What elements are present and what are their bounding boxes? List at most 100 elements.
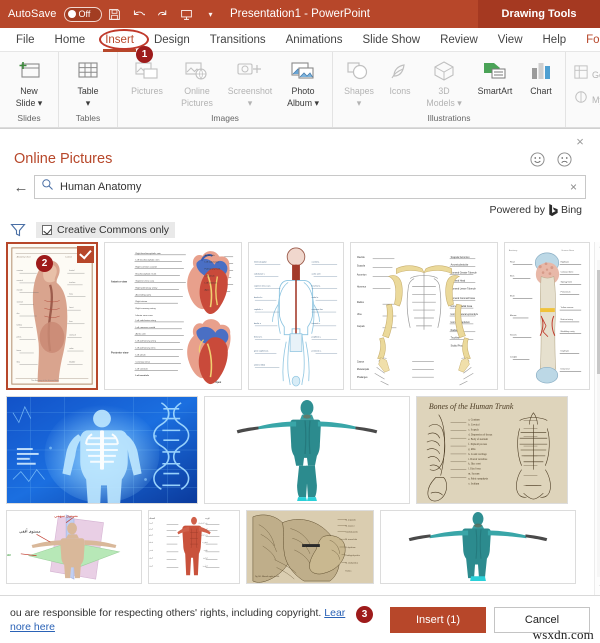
back-arrow-icon[interactable]: ← xyxy=(8,175,34,199)
svg-text:Brachiocephalic trunk: Brachiocephalic trunk xyxy=(136,273,158,276)
svg-text:Radius: Radius xyxy=(357,302,365,304)
result-thumbnail[interactable] xyxy=(380,510,576,584)
results-row: Anatomy Chart Lateral cranium cervical c… xyxy=(6,242,590,390)
insert-button[interactable]: Insert (1) xyxy=(390,606,486,633)
creative-commons-checkbox[interactable]: Creative Commons only xyxy=(36,222,176,238)
smiley-happy-icon[interactable] xyxy=(530,151,545,167)
learn-more-link-1[interactable]: Lear xyxy=(324,607,345,619)
get-addins-label: Get Add-ins xyxy=(592,69,600,80)
table-label-2: ▾ xyxy=(85,98,91,108)
my-addins-button[interactable]: My Add-ins ▾ xyxy=(570,87,600,112)
svg-text:Left subclavian: Left subclavian xyxy=(205,261,220,264)
shapes-label-1: Shapes xyxy=(344,86,374,96)
online-pictures-button[interactable]: Online Pictures xyxy=(172,55,222,108)
tab-slide-show[interactable]: Slide Show xyxy=(353,28,431,52)
get-addins-button[interactable]: Get Add-ins xyxy=(570,62,600,87)
callout-badge-1: 1 xyxy=(136,46,153,63)
save-icon[interactable] xyxy=(104,3,126,25)
online-pictures-dialog: × Online Pictures ← Human Anatomy × Powe… xyxy=(0,128,600,643)
svg-text:colon: colon xyxy=(69,348,73,350)
svg-text:Aortic arch: Aortic arch xyxy=(205,254,216,257)
screenshot-icon xyxy=(236,58,264,84)
scrollbar-thumb[interactable] xyxy=(596,269,600,375)
table-button[interactable]: Table ▾ xyxy=(63,55,113,108)
svg-text:مستوى أفقي: مستوى أفقي xyxy=(19,527,40,533)
svg-text:Coronary sinus: Coronary sinus xyxy=(136,360,151,363)
svg-text:Clavicle: Clavicle xyxy=(357,257,366,259)
scrollbar-track[interactable] xyxy=(596,260,600,577)
customize-qat-icon[interactable]: ▾ xyxy=(200,3,222,25)
result-thumbnail[interactable]: Bones of the Human Trunk a. Cranium b. Ce… xyxy=(416,396,568,504)
ribbon-group-images: Pictures Online Pictures Screenshot ▾ Ph… xyxy=(118,52,333,127)
svg-text:Anatomy: Anatomy xyxy=(509,249,518,252)
svg-text:Carpus: Carpus xyxy=(357,360,365,363)
callout-badge-2: 2 xyxy=(36,255,53,272)
tab-design[interactable]: Design xyxy=(144,28,200,52)
svg-text:sternum: sternum xyxy=(17,300,24,303)
chart-icon xyxy=(529,58,553,84)
svg-text:Vessels: Vessels xyxy=(510,335,517,337)
screenshot-button[interactable]: Screenshot ▾ xyxy=(222,55,278,108)
photo-album-button[interactable]: Photo Album ▾ xyxy=(278,55,328,108)
learn-more-link-2[interactable]: nore here xyxy=(10,621,55,633)
svg-text:ribs: ribs xyxy=(17,313,20,315)
callout-badge-3: 3 xyxy=(356,606,373,623)
svg-text:c. Scapula: c. Scapula xyxy=(468,428,479,431)
new-slide-button[interactable]: New Slide ▾ xyxy=(4,55,54,108)
svg-text:M. omohyoideus: M. omohyoideus xyxy=(345,563,358,565)
result-thumbnail[interactable] xyxy=(6,396,198,504)
result-thumbnail[interactable]: مستوى سهمي مستوى أفقي مستوى مستعرض xyxy=(6,510,142,584)
tab-help[interactable]: Help xyxy=(533,28,577,52)
svg-text:cranium: cranium xyxy=(17,270,24,272)
svg-text:Glandula parotis: Glandula parotis xyxy=(345,531,358,533)
icons-label: Icons xyxy=(389,86,411,96)
result-thumbnail[interactable]: internal jugular subclavian v. superior v… xyxy=(248,242,344,390)
result-thumbnail[interactable]: Anatomy Human Bone Head Neck Shaft Marro… xyxy=(504,242,590,390)
tab-insert[interactable]: Insert xyxy=(95,28,144,52)
chart-button[interactable]: Chart xyxy=(521,55,561,96)
contextual-tab-label: Drawing Tools xyxy=(478,0,600,28)
tab-format[interactable]: Format xyxy=(576,28,600,52)
tab-home[interactable]: Home xyxy=(45,28,96,52)
svg-text:Right brachiocephalic vein: Right brachiocephalic vein xyxy=(136,252,162,255)
tab-animations[interactable]: Animations xyxy=(276,28,353,52)
autosave-toggle[interactable]: Off xyxy=(63,6,102,22)
ribbon-group-label-tables: Tables xyxy=(75,113,101,123)
tab-file[interactable]: File xyxy=(6,28,45,52)
undo-icon[interactable] xyxy=(128,3,150,25)
search-input[interactable]: Human Anatomy × xyxy=(34,175,586,199)
results-scrollbar[interactable]: ⌃ ⌄ xyxy=(594,242,600,595)
svg-text:Trachea: Trachea xyxy=(345,570,351,572)
svg-text:Scapula: Scapula xyxy=(357,266,366,268)
heart-diagram-image: Anterior view Posterior view Right brach… xyxy=(105,243,241,389)
icons-button[interactable]: Icons xyxy=(381,55,419,96)
close-icon[interactable]: × xyxy=(572,135,588,151)
clear-search-icon[interactable]: × xyxy=(568,180,579,194)
filter-icon[interactable] xyxy=(10,222,26,238)
svg-text:Medullary cavity: Medullary cavity xyxy=(561,330,575,333)
result-thumbnail[interactable]: Clavicle Scapula Acromion Humerus Radius Ul… xyxy=(350,242,498,390)
shapes-button[interactable]: Shapes ▾ xyxy=(337,55,381,108)
tab-view[interactable]: View xyxy=(488,28,533,52)
redo-icon[interactable] xyxy=(152,3,174,25)
smartart-button[interactable]: SmartArt xyxy=(469,55,521,96)
3d-models-button[interactable]: 3D Models ▾ xyxy=(419,55,469,108)
svg-text:Left ventricle: Left ventricle xyxy=(136,374,150,377)
tab-review[interactable]: Review xyxy=(430,28,488,52)
tab-transitions[interactable]: Transitions xyxy=(200,28,276,52)
ribbon-group-tables: Table ▾ Tables xyxy=(59,52,118,127)
svg-text:carotid a.: carotid a. xyxy=(312,261,320,264)
result-thumbnail[interactable]: M. temporalis M. masseter Glandula paroti… xyxy=(246,510,374,584)
svg-text:k. Iliac crest: k. Iliac crest xyxy=(468,463,481,466)
result-thumbnail[interactable]: العضلاتالوجه الصدغيةالماضغةالترقوية الدا… xyxy=(148,510,240,584)
quick-access-toolbar: AutoSave Off ▾ xyxy=(0,3,222,25)
result-thumbnail[interactable]: Anterior view Posterior view Right brach… xyxy=(104,242,242,390)
smiley-sad-icon[interactable] xyxy=(557,151,572,167)
icons-icon xyxy=(388,58,412,84)
result-thumbnail[interactable] xyxy=(204,396,410,504)
svg-text:Lateral: Lateral xyxy=(65,256,72,259)
results-grid: Anatomy Chart Lateral cranium cervical c… xyxy=(6,242,594,595)
svg-text:internal jugular: internal jugular xyxy=(254,261,267,264)
svg-text:Human Bone: Human Bone xyxy=(562,250,575,252)
start-presentation-icon[interactable] xyxy=(176,3,198,25)
